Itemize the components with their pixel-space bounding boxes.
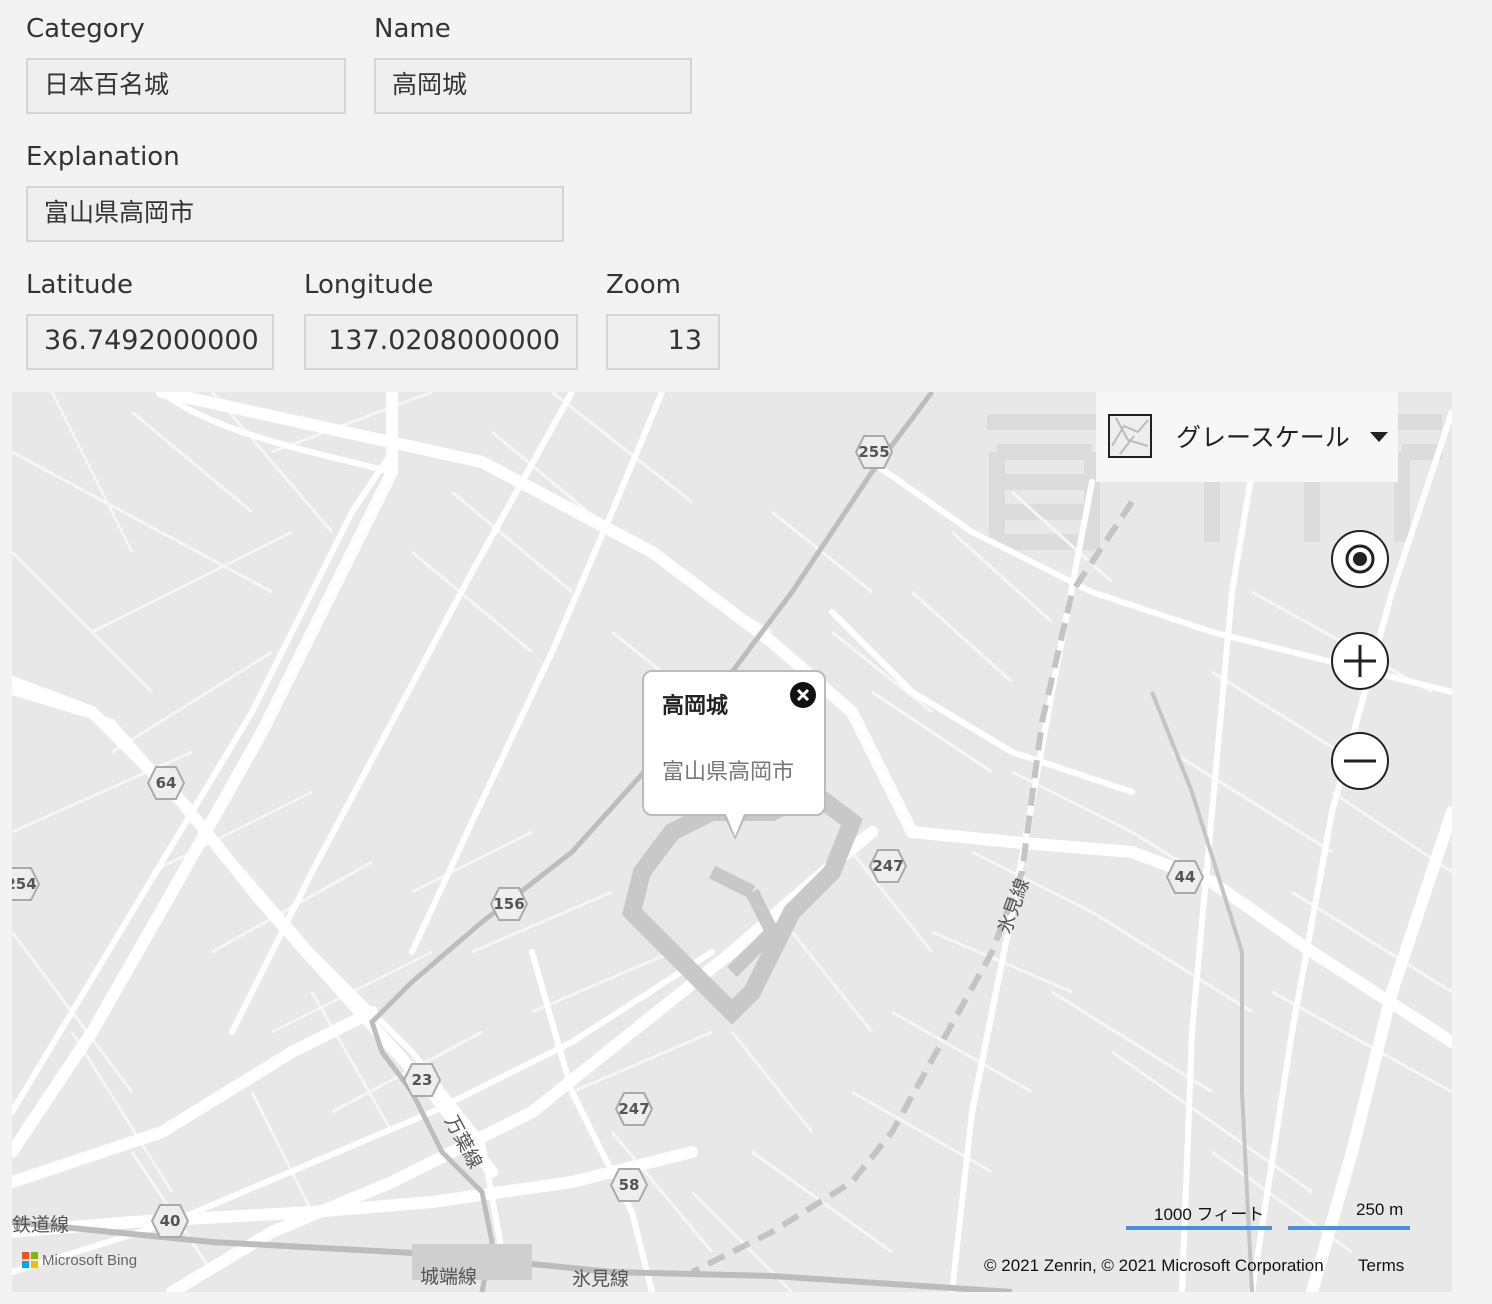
explanation-field[interactable]: 富山県高岡市 [26,186,564,242]
provider-label: Microsoft Bing [42,1252,138,1269]
scale-bar-imperial [1126,1226,1272,1230]
close-icon[interactable] [790,682,816,708]
zoom-field[interactable]: 13 [606,314,720,370]
route-shield-64: 64 [147,765,185,801]
route-shield-156: 156 [490,886,528,922]
route-shield-40: 40 [151,1203,189,1239]
scale-metric-label: 250 m [1356,1200,1404,1219]
zoom-in-icon [1344,645,1376,677]
route-shield-58: 58 [610,1167,648,1203]
rail-label-johana: 城端線 [420,1266,478,1288]
longitude-label: Longitude [304,270,434,300]
route-shield-247: 247 [869,848,907,884]
map-style-label: グレースケール [1176,423,1350,452]
name-label: Name [374,14,451,44]
explanation-label: Explanation [26,142,180,172]
terms-link[interactable]: Terms [1358,1256,1404,1276]
chevron-down-icon [1370,432,1388,442]
latitude-label: Latitude [26,270,134,300]
popup-title: 高岡城 [662,694,729,719]
map-style-picker[interactable]: グレースケール [1096,392,1398,482]
route-shield-255: 255 [855,434,893,470]
map-view[interactable]: 255 64 254 156 247 247 44 23 58 40 氷見線 万… [12,392,1452,1292]
route-shield-247: 247 [615,1091,653,1127]
rail-label-himi-south: 氷見線 [572,1268,630,1290]
bing-logo[interactable]: Microsoft Bing [22,1252,137,1269]
popup-description: 富山県高岡市 [662,760,795,785]
microsoft-logo-icon [22,1252,38,1268]
copyright-text: © 2021 Zenrin, © 2021 Microsoft Corporat… [984,1256,1324,1275]
scale-imperial-label: 1000 フィート [1154,1205,1265,1224]
category-label: Category [26,14,145,44]
locate-me-icon [1345,544,1375,574]
zoom-out-button[interactable] [1331,732,1389,790]
rail-label-tetsudo: 鉄道線 [12,1214,70,1236]
zoom-label: Zoom [606,270,681,300]
location-popup: 高岡城 富山県高岡市 [642,670,826,840]
route-shield-44: 44 [1166,859,1204,895]
locate-me-button[interactable] [1331,530,1389,588]
map-style-thumbnail-icon [1108,414,1152,458]
zoom-out-icon [1344,759,1376,763]
latitude-field[interactable]: 36.7492000000 [26,314,274,370]
route-shield-254: 254 [12,866,40,902]
category-field[interactable]: 日本百名城 [26,58,346,114]
route-shield-23: 23 [403,1062,441,1098]
scale-bar-metric [1288,1226,1410,1230]
popup-pointer-fill [726,814,744,836]
zoom-in-button[interactable] [1331,632,1389,690]
longitude-field[interactable]: 137.0208000000 [304,314,578,370]
name-field[interactable]: 高岡城 [374,58,692,114]
map-base-layer [12,392,1452,1292]
